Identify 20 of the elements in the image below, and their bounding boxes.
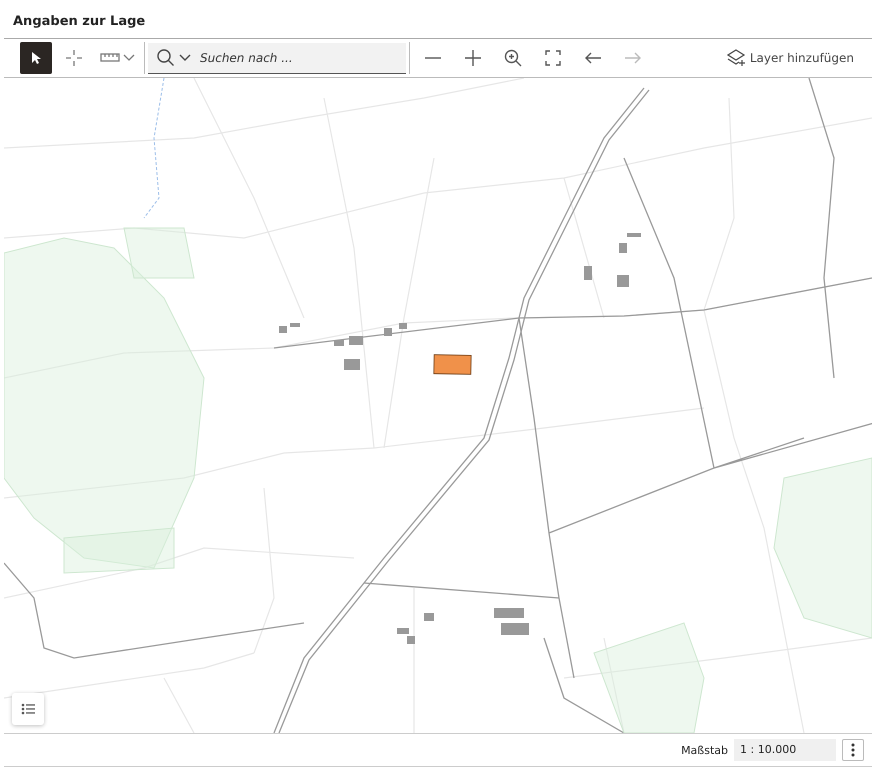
- legend-button[interactable]: [12, 693, 44, 725]
- more-options-button[interactable]: [842, 739, 864, 761]
- caret-icon: [123, 54, 135, 62]
- search-icon[interactable]: [156, 48, 192, 68]
- cursor-icon: [30, 51, 42, 65]
- frame-corners-icon: [544, 49, 562, 67]
- crosshair-icon: [65, 49, 83, 67]
- layers-plus-icon: [726, 49, 747, 67]
- scale-label: Maßstab: [681, 744, 728, 756]
- add-layer-button[interactable]: Layer hinzufügen: [722, 45, 858, 71]
- scale-field[interactable]: 1 : 10.000: [734, 739, 836, 761]
- section-title: Angaben zur Lage: [4, 0, 872, 39]
- more-icon: [851, 743, 855, 757]
- zoom-in-icon: [504, 49, 522, 67]
- search-field[interactable]: Suchen nach ...: [148, 42, 406, 74]
- pointer-tool-button[interactable]: [20, 42, 52, 74]
- plus-icon: [464, 49, 482, 67]
- minus-icon: [424, 57, 442, 59]
- search-input[interactable]: Suchen nach ...: [198, 50, 392, 66]
- list-icon: [21, 703, 35, 715]
